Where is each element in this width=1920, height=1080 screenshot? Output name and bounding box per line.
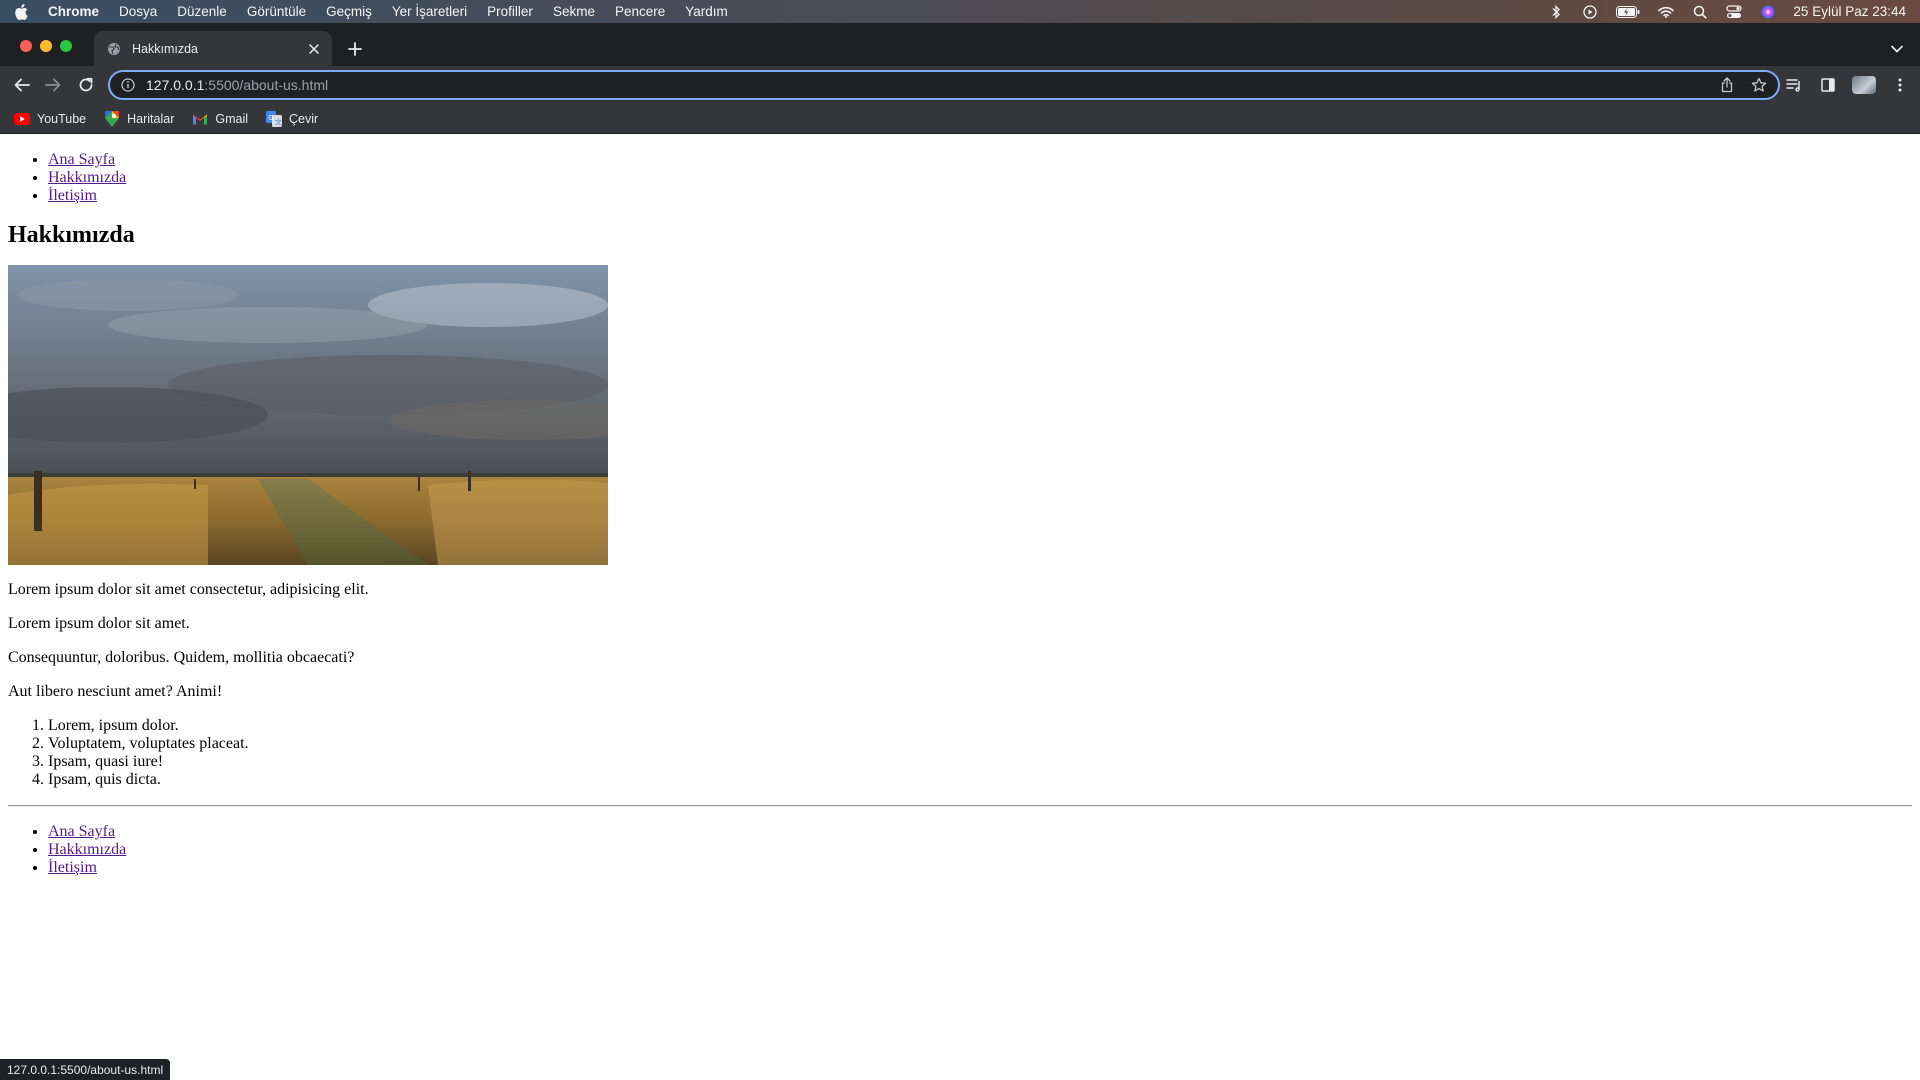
footer-nav-list: Ana Sayfa Hakkımızda İletişim <box>8 823 1912 877</box>
window-minimize-button[interactable] <box>40 40 52 52</box>
translate-icon: G文 <box>266 110 283 127</box>
tab-hakkimizda[interactable]: Hakkımızda <box>94 31 332 66</box>
menu-yardim[interactable]: Yardım <box>685 4 728 19</box>
ordered-list: Lorem, ipsum dolor. Voluptatem, voluptat… <box>8 717 1912 789</box>
list-item: Ipsam, quasi iure! <box>48 753 1912 771</box>
battery-icon[interactable] <box>1615 4 1641 20</box>
window-zoom-button[interactable] <box>60 40 72 52</box>
menu-goruntule[interactable]: Görüntüle <box>247 4 306 19</box>
play-icon[interactable] <box>1581 4 1599 20</box>
list-item: Hakkımızda <box>48 169 1912 187</box>
menu-dosya[interactable]: Dosya <box>119 4 157 19</box>
spotlight-search-icon[interactable] <box>1691 4 1709 20</box>
paragraph: Lorem ipsum dolor sit amet. <box>8 615 190 632</box>
web-page-content: Ana Sayfa Hakkımızda İletişim Hakkımızda <box>0 135 1920 1080</box>
control-center-icon[interactable] <box>1725 4 1743 20</box>
paragraph: Consequuntur, doloribus. Quidem, molliti… <box>8 649 355 666</box>
bookmarks-bar: YouTube Haritalar Gmail G文 Çevir <box>0 104 1920 134</box>
bookmark-gmail[interactable]: Gmail <box>192 111 248 127</box>
forward-arrow-icon[interactable] <box>37 69 69 101</box>
url-host: 127.0.0.1 <box>146 77 205 93</box>
link-status-bubble: 127.0.0.1:5500/about-us.html <box>0 1059 171 1080</box>
toolbar-right-actions <box>1784 75 1910 95</box>
apple-icon[interactable] <box>14 3 32 21</box>
bookmark-label: Gmail <box>215 111 249 126</box>
bookmark-haritalar[interactable]: Haritalar <box>104 110 175 127</box>
paragraph: Aut libero nesciunt amet? Animi! <box>8 683 223 700</box>
menu-bar-clock[interactable]: 25 Eylül Paz 23:44 <box>1793 4 1906 19</box>
youtube-icon <box>14 111 30 127</box>
landscape-photo <box>8 265 608 565</box>
share-icon[interactable] <box>1718 76 1736 94</box>
address-bar-actions <box>1718 76 1768 94</box>
page-title: Hakkımızda <box>8 222 135 248</box>
bookmark-star-icon[interactable] <box>1750 76 1768 94</box>
footer-link-ana-sayfa[interactable]: Ana Sayfa <box>48 823 115 840</box>
reload-icon[interactable] <box>70 69 102 101</box>
top-nav-list: Ana Sayfa Hakkımızda İletişim <box>8 151 1912 205</box>
wifi-icon[interactable] <box>1657 4 1675 20</box>
back-arrow-icon[interactable] <box>6 69 38 101</box>
window-close-button[interactable] <box>20 40 32 52</box>
list-item: İletişim <box>48 187 1912 205</box>
maps-icon <box>104 110 120 127</box>
menu-gecmis[interactable]: Geçmiş <box>326 4 372 19</box>
horizontal-rule <box>8 805 1912 807</box>
svg-text:文: 文 <box>275 117 282 126</box>
site-info-icon[interactable] <box>120 77 136 93</box>
side-panel-icon[interactable] <box>1818 75 1838 95</box>
chrome-toolbar: 127.0.0.1:5500/about-us.html <box>0 66 1920 104</box>
paragraph: Lorem ipsum dolor sit amet consectetur, … <box>8 581 369 598</box>
bookmark-label: YouTube <box>37 111 87 126</box>
url-path: :5500/about-us.html <box>204 77 329 93</box>
tab-title: Hakkımızda <box>132 41 198 56</box>
bookmark-cevir[interactable]: G文 Çevir <box>266 110 319 127</box>
menu-sekme[interactable]: Sekme <box>553 4 595 19</box>
tab-close-icon[interactable] <box>306 41 322 57</box>
bookmark-label: Haritalar <box>127 111 175 126</box>
tab-search-chevron-down-icon[interactable] <box>1886 38 1908 60</box>
nav-link-hakkimizda[interactable]: Hakkımızda <box>48 169 126 186</box>
chrome-tab-strip: Hakkımızda <box>0 23 1920 66</box>
address-bar[interactable]: 127.0.0.1:5500/about-us.html <box>108 70 1780 100</box>
nav-link-ana-sayfa[interactable]: Ana Sayfa <box>48 151 115 168</box>
globe-icon <box>106 41 122 57</box>
macos-menu-bar: Chrome Dosya Düzenle Görüntüle Geçmiş Ye… <box>0 0 1920 23</box>
siri-icon[interactable] <box>1759 4 1777 20</box>
new-tab-plus-icon[interactable] <box>344 38 366 60</box>
gmail-icon <box>192 111 208 127</box>
list-item: Voluptatem, voluptates placeat. <box>48 735 1912 753</box>
list-item: Ana Sayfa <box>48 823 1912 841</box>
menu-profiller[interactable]: Profiller <box>487 4 533 19</box>
nav-link-iletisim[interactable]: İletişim <box>48 187 97 204</box>
menu-duzenle[interactable]: Düzenle <box>177 4 227 19</box>
bookmark-youtube[interactable]: YouTube <box>14 111 86 127</box>
chrome-menu-kebab-icon[interactable] <box>1890 75 1910 95</box>
reading-list-icon[interactable] <box>1784 75 1804 95</box>
menu-yer-isaretleri[interactable]: Yer İşaretleri <box>392 4 467 19</box>
list-item: İletişim <box>48 859 1912 877</box>
profile-avatar[interactable] <box>1852 76 1876 94</box>
list-item: Lorem, ipsum dolor. <box>48 717 1912 735</box>
window-controls <box>20 40 72 52</box>
footer-link-iletisim[interactable]: İletişim <box>48 859 97 876</box>
svg-text:G: G <box>268 115 273 122</box>
bookmark-label: Çevir <box>289 111 319 126</box>
list-item: Ipsam, quis dicta. <box>48 771 1912 789</box>
bluetooth-icon[interactable] <box>1547 4 1565 20</box>
menu-pencere[interactable]: Pencere <box>615 4 665 19</box>
list-item: Hakkımızda <box>48 841 1912 859</box>
footer-link-hakkimizda[interactable]: Hakkımızda <box>48 841 126 858</box>
list-item: Ana Sayfa <box>48 151 1912 169</box>
menu-bar-status-area: 25 Eylül Paz 23:44 <box>1547 4 1906 20</box>
menu-app-name[interactable]: Chrome <box>48 4 99 19</box>
